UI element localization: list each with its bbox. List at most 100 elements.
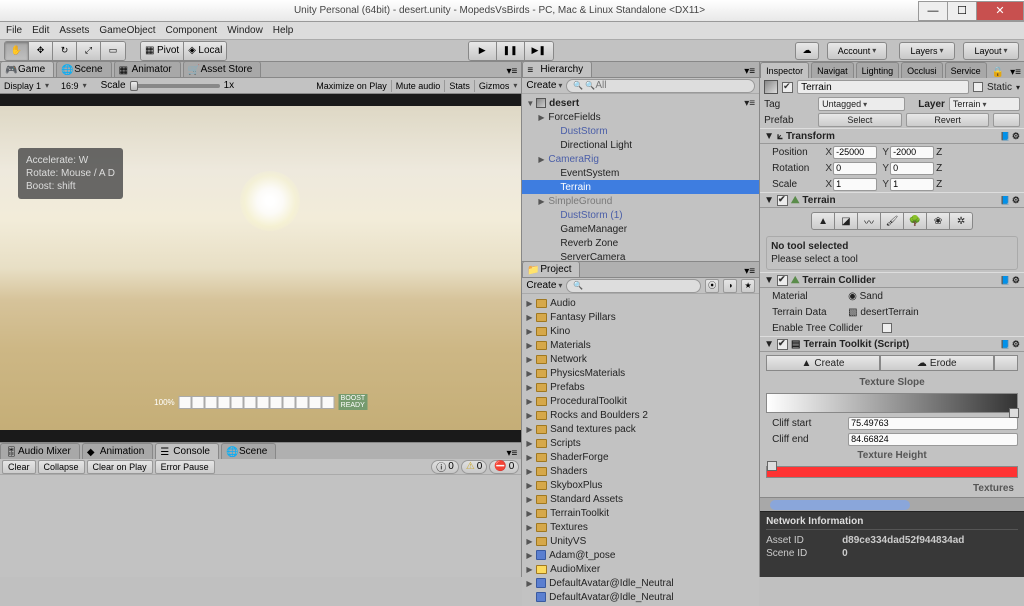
- scl-x[interactable]: [833, 178, 877, 191]
- display-dropdown[interactable]: Display 1: [4, 81, 49, 91]
- help-icon[interactable]: [1000, 195, 1010, 206]
- gradient-handle-icon[interactable]: [767, 461, 777, 471]
- terrain-collider-header[interactable]: ▼⛰Terrain Collider: [760, 272, 1024, 288]
- tab-menu-button[interactable]: ▾≡: [503, 66, 522, 77]
- pivot-toggle[interactable]: ▦ Pivot: [141, 42, 184, 60]
- hierarchy-item[interactable]: Reverb Zone: [522, 236, 759, 250]
- collider-enabled-checkbox[interactable]: [777, 275, 788, 286]
- hierarchy-item[interactable]: DustStorm (1): [522, 208, 759, 222]
- toolkit-erode-button[interactable]: ☁Erode: [880, 355, 994, 371]
- project-item[interactable]: ▶ ProceduralToolkit: [522, 394, 759, 408]
- terrain-smooth-tool[interactable]: 〰: [857, 212, 881, 230]
- mute-toggle[interactable]: Mute audio: [396, 81, 441, 91]
- menu-window[interactable]: Window: [227, 25, 263, 36]
- rot-y[interactable]: [890, 162, 934, 175]
- terrain-height-tool[interactable]: ◪: [834, 212, 858, 230]
- active-checkbox[interactable]: [782, 82, 793, 93]
- terrain-details-tool[interactable]: ❀: [926, 212, 950, 230]
- lock-icon[interactable]: 🔒: [989, 67, 1007, 78]
- tab-project[interactable]: 📁Project: [522, 261, 580, 277]
- prefab-apply[interactable]: [993, 113, 1020, 127]
- tool-move[interactable]: ✥: [29, 42, 53, 60]
- filter-by-type-icon[interactable]: ⦿: [705, 279, 719, 293]
- layers-dropdown[interactable]: Layers: [899, 42, 955, 60]
- layer-dropdown[interactable]: Terrain: [949, 97, 1020, 111]
- inspector-hscrollbar[interactable]: [760, 497, 1024, 511]
- enabletree-checkbox[interactable]: [882, 323, 892, 333]
- terrain-settings-tool[interactable]: ✲: [949, 212, 973, 230]
- terrain-toolkit-header[interactable]: ▼▤Terrain Toolkit (Script): [760, 336, 1024, 352]
- tab-lighting[interactable]: Lighting: [856, 62, 900, 78]
- console-clear[interactable]: Clear: [2, 460, 36, 474]
- hierarchy-item[interactable]: Directional Light: [522, 138, 759, 152]
- step-button[interactable]: ▶❚: [525, 42, 553, 60]
- gear-icon[interactable]: [1012, 195, 1020, 206]
- project-search[interactable]: [566, 279, 701, 293]
- terrain-paint-tool[interactable]: 🖌: [880, 212, 904, 230]
- help-icon[interactable]: [1000, 131, 1010, 142]
- cloud-button[interactable]: ☁: [795, 42, 819, 60]
- project-create[interactable]: Create: [526, 280, 562, 291]
- gradient-handle-icon[interactable]: [1009, 408, 1019, 418]
- tab-game[interactable]: 🎮Game: [0, 61, 54, 77]
- project-item[interactable]: ▶ Scripts: [522, 436, 759, 450]
- material-field[interactable]: ◉ Sand: [848, 291, 1018, 302]
- project-item[interactable]: ▶ SkyboxPlus: [522, 478, 759, 492]
- hierarchy-item-terrain[interactable]: Terrain: [522, 180, 759, 194]
- tab-menu-button[interactable]: ▾≡: [740, 266, 759, 277]
- tab-menu-button[interactable]: ▾≡: [740, 66, 759, 77]
- menu-file[interactable]: File: [6, 25, 22, 36]
- tab-hierarchy[interactable]: ≡Hierarchy: [522, 61, 592, 77]
- pos-x[interactable]: [833, 146, 877, 159]
- project-item[interactable]: ▶ TerrainToolkit: [522, 506, 759, 520]
- project-item[interactable]: ▶ AudioMixer: [522, 562, 759, 576]
- toolkit-create-button[interactable]: ▲Create: [766, 355, 880, 371]
- gear-icon[interactable]: [1012, 131, 1020, 142]
- tab-console[interactable]: ☰Console: [155, 443, 219, 459]
- tab-occlusion[interactable]: Occlusi: [901, 62, 943, 78]
- project-item[interactable]: ▶ Standard Assets: [522, 492, 759, 506]
- gear-icon[interactable]: [1012, 275, 1020, 286]
- toolkit-third-button[interactable]: [994, 355, 1018, 371]
- terrain-trees-tool[interactable]: 🌳: [903, 212, 927, 230]
- tab-scene[interactable]: 🌐Scene: [56, 61, 111, 77]
- project-item[interactable]: DefaultAvatar@Idle_Neutral: [522, 590, 759, 604]
- project-item[interactable]: ▶ Audio: [522, 296, 759, 310]
- project-item[interactable]: ▶ Network: [522, 352, 759, 366]
- tab-inspector[interactable]: Inspector: [760, 62, 809, 78]
- cliff-end-field[interactable]: [848, 433, 1018, 446]
- tool-rect[interactable]: ▭: [101, 42, 125, 60]
- texture-height-gradient[interactable]: [766, 466, 1018, 478]
- prefab-revert[interactable]: Revert: [906, 113, 990, 127]
- project-item[interactable]: ▶ Prefabs: [522, 380, 759, 394]
- console-error-pause[interactable]: Error Pause: [155, 460, 215, 474]
- gear-icon[interactable]: [1012, 339, 1020, 350]
- hierarchy-item[interactable]: ▶SimpleGround: [522, 194, 759, 208]
- menu-gameobject[interactable]: GameObject: [99, 25, 155, 36]
- scale-slider[interactable]: [130, 84, 220, 88]
- account-dropdown[interactable]: Account: [827, 42, 887, 60]
- game-view[interactable]: Accelerate: W Rotate: Mouse / A D Boost:…: [0, 94, 521, 442]
- stats-toggle[interactable]: Stats: [449, 81, 470, 91]
- filter-by-label-icon[interactable]: ◑: [723, 279, 737, 293]
- project-item[interactable]: ▶ PhysicsMaterials: [522, 366, 759, 380]
- project-item[interactable]: ▶ Rocks and Boulders 2: [522, 408, 759, 422]
- minimize-button[interactable]: —: [918, 1, 948, 21]
- hierarchy-scene-root[interactable]: ▼ desert ▾≡: [522, 96, 759, 110]
- gameobject-name-field[interactable]: [797, 80, 969, 94]
- tool-hand[interactable]: ✋: [5, 42, 29, 60]
- hierarchy-item[interactable]: DustStorm: [522, 124, 759, 138]
- console-clear-on-play[interactable]: Clear on Play: [87, 460, 153, 474]
- help-icon[interactable]: [1000, 339, 1010, 350]
- project-item[interactable]: ▶ Shaders: [522, 464, 759, 478]
- tool-scale[interactable]: ⤢: [77, 42, 101, 60]
- project-item[interactable]: ▶ DefaultAvatar@Idle_Neutral: [522, 576, 759, 590]
- scl-y[interactable]: [890, 178, 934, 191]
- close-button[interactable]: ✕: [976, 1, 1024, 21]
- toolkit-enabled-checkbox[interactable]: [777, 339, 788, 350]
- hierarchy-search[interactable]: 🔍All: [566, 79, 755, 93]
- hierarchy-item[interactable]: GameManager: [522, 222, 759, 236]
- tab-navigation[interactable]: Navigat: [811, 62, 854, 78]
- tab-audio-mixer[interactable]: 🎚Audio Mixer: [0, 443, 80, 459]
- help-icon[interactable]: [1000, 275, 1010, 286]
